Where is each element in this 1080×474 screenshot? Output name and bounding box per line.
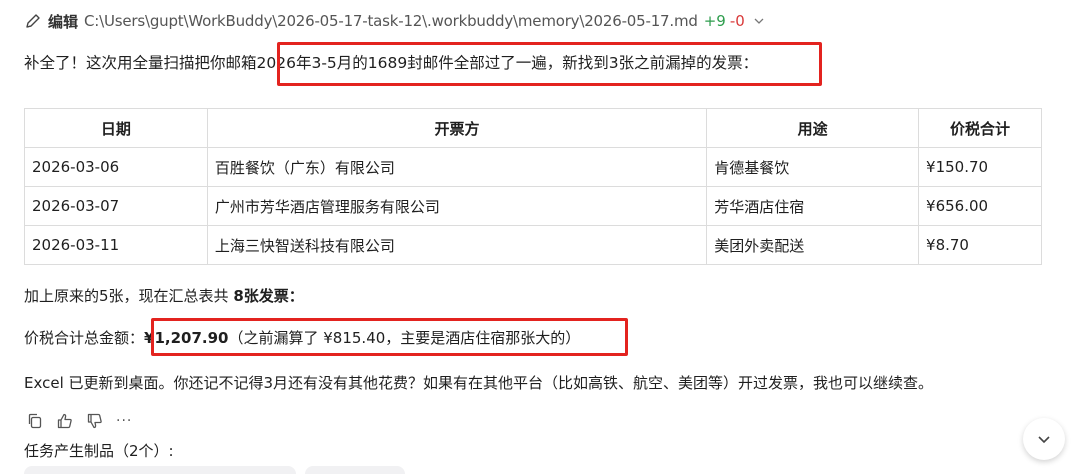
cell-date: 2026-03-11 <box>24 225 208 265</box>
cell-date: 2026-03-06 <box>24 147 208 187</box>
summary-bold: 8张发票： <box>233 287 304 305</box>
file-edit-header[interactable]: 编辑 C:\Users\gupt\WorkBuddy\2026-05-17-ta… <box>24 10 765 32</box>
header-purpose: 用途 <box>706 108 920 148</box>
cell-purpose: 芳华酒店住宿 <box>706 186 920 226</box>
edit-label: 编辑 <box>48 12 79 31</box>
more-options-button[interactable]: ··· <box>116 413 132 429</box>
artifacts-label: 任务产生制品（2个）: <box>24 442 174 460</box>
invoice-table: 日期 开票方 用途 价税合计 2026-03-06 百胜餐饮（广东）有限公司 肯… <box>24 108 1042 265</box>
header-total: 价税合计 <box>918 108 1042 148</box>
cell-issuer: 上海三快智送科技有限公司 <box>206 225 708 265</box>
artifact-chip[interactable] <box>305 466 405 474</box>
lines-added: +9 <box>703 12 726 30</box>
summary-paragraph: 加上原来的5张，现在汇总表共 8张发票： <box>24 285 304 306</box>
closing-paragraph: Excel 已更新到桌面。你还记不记得3月还有没有其他花费？如果有在其他平台（比… <box>24 374 934 392</box>
cell-issuer: 广州市芳华酒店管理服务有限公司 <box>206 186 708 226</box>
intro-paragraph: 补全了！这次用全量扫描把你邮箱2026年3-5月的1689封邮件全部过了一遍，新… <box>24 51 758 73</box>
chevron-down-icon <box>1038 436 1050 444</box>
total-paragraph: 价税合计总金额：¥1,207.90（之前漏算了 ¥815.40，主要是酒店住宿那… <box>24 327 580 348</box>
table-header-row: 日期 开票方 用途 价税合计 <box>24 108 1042 148</box>
intro-prefix: 补全了！这次用全量扫描把你邮箱 <box>24 54 257 72</box>
artifact-chip[interactable] <box>24 466 296 474</box>
cell-total: ¥150.70 <box>918 147 1042 187</box>
cell-total: ¥656.00 <box>918 186 1042 226</box>
cell-purpose: 美团外卖配送 <box>706 225 920 265</box>
thumbs-down-icon[interactable] <box>86 412 104 430</box>
table-row: 2026-03-11 上海三快智送科技有限公司 美团外卖配送 ¥8.70 <box>24 225 1042 265</box>
pencil-icon <box>26 14 40 28</box>
file-path[interactable]: C:\Users\gupt\WorkBuddy\2026-05-17-task-… <box>84 12 698 30</box>
message-actions: ··· <box>26 412 132 430</box>
chevron-down-icon[interactable] <box>753 15 765 27</box>
header-issuer: 开票方 <box>206 108 708 148</box>
total-amount: ¥1,207.90 <box>144 329 229 347</box>
cell-purpose: 肯德基餐饮 <box>706 147 920 187</box>
summary-prefix: 加上原来的5张，现在汇总表共 <box>24 287 234 305</box>
total-note: （之前漏算了 ¥815.40，主要是酒店住宿那张大的） <box>228 329 581 347</box>
table-row: 2026-03-07 广州市芳华酒店管理服务有限公司 芳华酒店住宿 ¥656.0… <box>24 186 1042 226</box>
lines-removed: -0 <box>729 12 745 30</box>
scroll-down-button[interactable] <box>1023 418 1065 460</box>
table-row: 2026-03-06 百胜餐饮（广东）有限公司 肯德基餐饮 ¥150.70 <box>24 147 1042 187</box>
intro-highlight: 2026年3-5月的1689封邮件全部过了一遍，新找到3张之前漏掉的发票： <box>256 54 759 72</box>
cell-date: 2026-03-07 <box>24 186 208 226</box>
total-label: 价税合计总金额： <box>24 329 145 347</box>
header-date: 日期 <box>24 108 208 148</box>
thumbs-up-icon[interactable] <box>56 412 74 430</box>
copy-icon[interactable] <box>26 412 44 430</box>
cell-total: ¥8.70 <box>918 225 1042 265</box>
cell-issuer: 百胜餐饮（广东）有限公司 <box>206 147 708 187</box>
